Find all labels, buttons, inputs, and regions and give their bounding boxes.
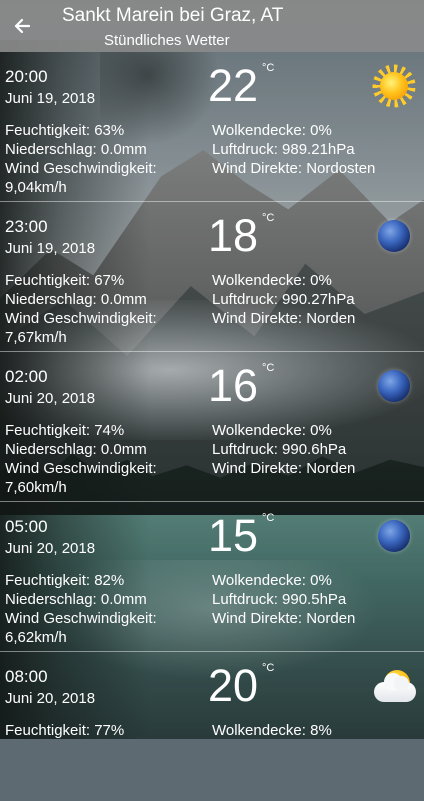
- partly-cloudy-icon: [372, 664, 416, 708]
- location-title: Sankt Marein bei Graz, AT: [62, 5, 284, 26]
- forecast-item[interactable]: 23:00 Juni 19, 2018 18 °C Feuchtigkeit: …: [0, 202, 424, 352]
- humidity: Feuchtigkeit: 63%: [5, 122, 125, 139]
- air-pressure: Luftdruck: 990.6hPa: [212, 441, 347, 458]
- air-pressure: Luftdruck: 990.27hPa: [212, 291, 355, 308]
- hourly-forecast-list[interactable]: 20:00 Juni 19, 2018 22 °C Feuchtigkeit: …: [0, 52, 424, 801]
- forecast-date: Juni 19, 2018: [5, 240, 96, 257]
- cloud-cover: Wolkendecke: 0%: [212, 572, 332, 589]
- forecast-temperature: 16: [208, 360, 259, 411]
- air-pressure: Luftdruck: 989.21hPa: [212, 141, 355, 158]
- temperature-unit: °C: [262, 662, 275, 674]
- forecast-item[interactable]: 02:00 Juni 20, 2018 16 °C Feuchtigkeit: …: [0, 352, 424, 502]
- moon-icon: [372, 214, 416, 258]
- sun-icon: [372, 64, 416, 108]
- forecast-date: Juni 20, 2018: [5, 390, 96, 407]
- cloud-cover: Wolkendecke: 0%: [212, 122, 332, 139]
- app-header: Sankt Marein bei Graz, AT Stündliches We…: [0, 0, 424, 52]
- humidity: Feuchtigkeit: 74%: [5, 422, 125, 439]
- forecast-time: 20:00: [5, 67, 48, 86]
- forecast-time: 23:00: [5, 217, 48, 236]
- temperature-unit: °C: [262, 62, 275, 74]
- forecast-date: Juni 19, 2018: [5, 90, 96, 107]
- precipitation: Niederschlag: 0.0mm: [5, 141, 147, 158]
- wind-speed: Wind Geschwindigkeit: 7,67km/h: [5, 310, 157, 346]
- forecast-date: Juni 20, 2018: [5, 540, 96, 557]
- forecast-time: 05:00: [5, 517, 48, 536]
- precipitation: Niederschlag: 0.0mm: [5, 291, 147, 308]
- forecast-temperature: 18: [208, 210, 259, 261]
- cloud-cover: Wolkendecke: 8%: [212, 722, 332, 739]
- forecast-date: Juni 20, 2018: [5, 690, 96, 707]
- forecast-item[interactable]: 05:00 Juni 20, 2018 15 °C Feuchtigkeit: …: [0, 502, 424, 652]
- forecast-time: 08:00: [5, 667, 48, 686]
- wind-speed: Wind Geschwindigkeit: 6,62km/h: [5, 610, 157, 646]
- forecast-temperature: 22: [208, 60, 259, 111]
- wind-direction: Wind Direkte: Norden: [212, 310, 356, 327]
- wind-direction: Wind Direkte: Nordosten: [212, 160, 376, 177]
- wind-direction: Wind Direkte: Norden: [212, 610, 356, 627]
- humidity: Feuchtigkeit: 67%: [5, 272, 125, 289]
- precipitation: Niederschlag: 0.0mm: [5, 591, 147, 608]
- wind-speed: Wind Geschwindigkeit: 7,60km/h: [5, 460, 157, 496]
- moon-icon: [372, 514, 416, 558]
- forecast-item[interactable]: 08:00 Juni 20, 2018 20 °C Feuchtigkeit: …: [0, 652, 424, 801]
- temperature-unit: °C: [262, 212, 275, 224]
- moon-icon: [372, 364, 416, 408]
- humidity: Feuchtigkeit: 77%: [5, 722, 125, 739]
- back-button[interactable]: [8, 12, 36, 40]
- forecast-item[interactable]: 20:00 Juni 19, 2018 22 °C Feuchtigkeit: …: [0, 52, 424, 202]
- wind-speed: Wind Geschwindigkeit: 9,04km/h: [5, 160, 157, 196]
- temperature-unit: °C: [262, 362, 275, 374]
- page-subtitle: Stündliches Wetter: [104, 32, 230, 49]
- precipitation: Niederschlag: 0.0mm: [5, 441, 147, 458]
- air-pressure: Luftdruck: 990.5hPa: [212, 591, 347, 608]
- humidity: Feuchtigkeit: 82%: [5, 572, 125, 589]
- cloud-cover: Wolkendecke: 0%: [212, 272, 332, 289]
- back-arrow-icon: [14, 18, 31, 34]
- forecast-time: 02:00: [5, 367, 48, 386]
- forecast-temperature: 20: [208, 660, 259, 711]
- wind-direction: Wind Direkte: Norden: [212, 460, 356, 477]
- temperature-unit: °C: [262, 512, 275, 524]
- forecast-temperature: 15: [208, 510, 259, 561]
- cloud-cover: Wolkendecke: 0%: [212, 422, 332, 439]
